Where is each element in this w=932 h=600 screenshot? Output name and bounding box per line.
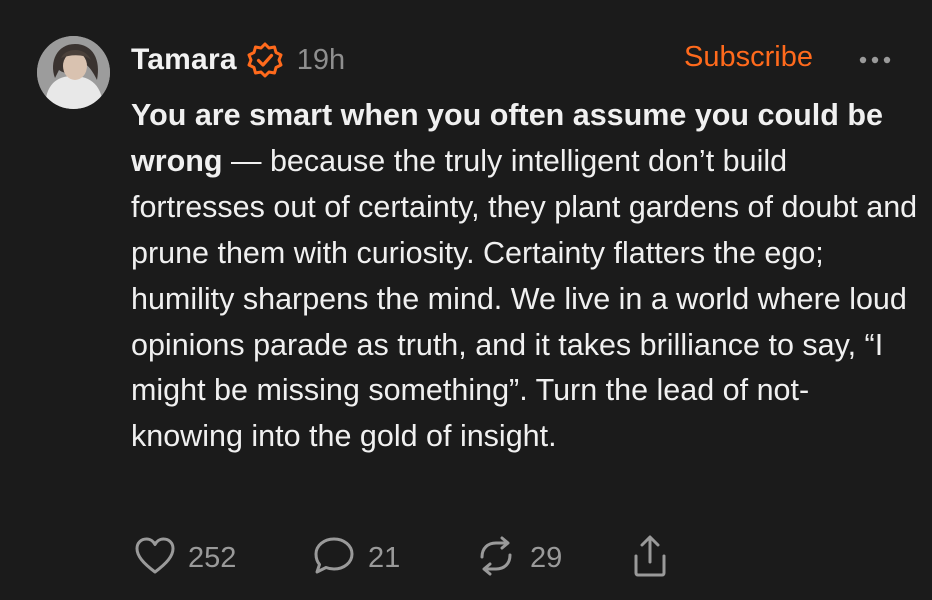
comment-bubble-icon <box>312 535 356 582</box>
reply-button[interactable]: 21 <box>312 534 400 582</box>
post-header: Tamara 19h <box>131 38 345 82</box>
like-count: 252 <box>188 541 237 574</box>
heart-icon <box>134 536 176 581</box>
post-timestamp: 19h <box>296 43 346 76</box>
repost-button[interactable]: 29 <box>474 534 562 582</box>
avatar[interactable] <box>37 36 110 109</box>
share-icon <box>630 534 670 583</box>
repost-arrows-icon <box>474 535 518 582</box>
post-body: You are smart when you often assume you … <box>131 93 921 460</box>
reply-count: 21 <box>368 541 401 574</box>
verified-check-icon <box>247 42 283 78</box>
post-body-rest: — because the truly intelligent don’t bu… <box>131 143 918 454</box>
author-name[interactable]: Tamara <box>131 43 237 77</box>
more-dots-icon[interactable] <box>857 48 897 72</box>
subscribe-button[interactable]: Subscribe <box>684 41 813 74</box>
repost-count: 29 <box>530 541 563 574</box>
share-button[interactable] <box>630 534 670 582</box>
like-button[interactable]: 252 <box>134 534 236 582</box>
post-card: Tamara 19h Subscribe You are smart when … <box>0 0 932 600</box>
